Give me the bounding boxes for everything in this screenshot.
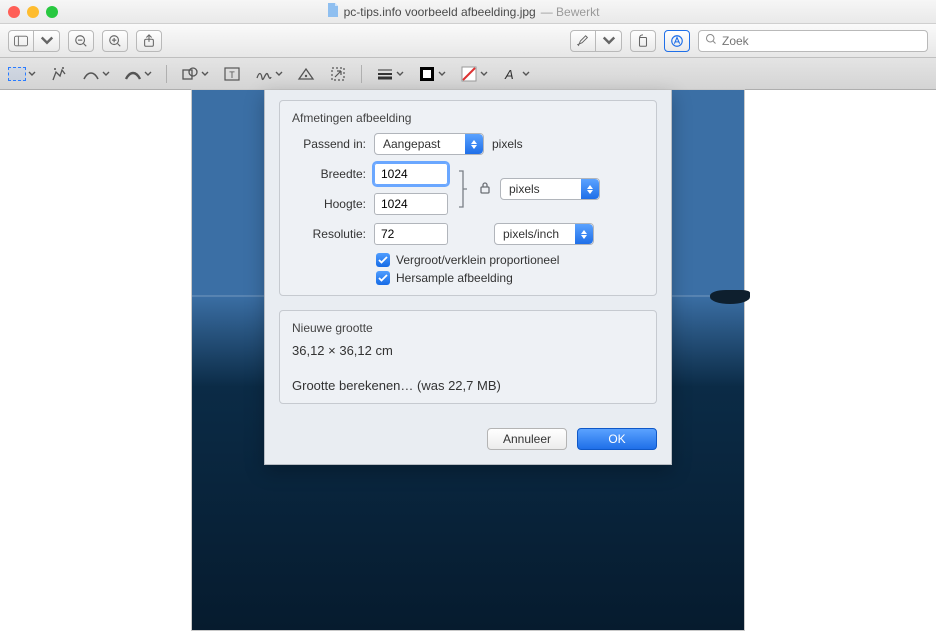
shapes-tool[interactable] xyxy=(181,65,209,83)
ok-button[interactable]: OK xyxy=(577,428,657,450)
resolution-input[interactable] xyxy=(374,223,448,245)
image-content[interactable]: Afmetingen afbeelding Passend in: Aangep… xyxy=(192,90,744,630)
minimize-window-button[interactable] xyxy=(27,6,39,18)
document-icon xyxy=(327,3,339,20)
search-input[interactable] xyxy=(722,34,921,48)
svg-text:T: T xyxy=(229,70,235,80)
fill-color-tool[interactable] xyxy=(460,65,488,83)
text-style-tool[interactable]: A xyxy=(502,65,530,83)
rectangle-select-tool[interactable] xyxy=(8,67,36,81)
sign-tool[interactable] xyxy=(255,65,283,83)
window-status: — Bewerkt xyxy=(541,5,600,19)
resize-dialog: Afmetingen afbeelding Passend in: Aangep… xyxy=(264,90,672,465)
document-canvas: Afmetingen afbeelding Passend in: Aangep… xyxy=(0,90,936,631)
instant-alpha-tool[interactable] xyxy=(50,65,68,83)
text-tool[interactable]: T xyxy=(223,65,241,83)
link-bracket-icon xyxy=(456,169,470,209)
dialog-section-title: Afmetingen afbeelding xyxy=(292,111,644,125)
markup-toolbar: T A xyxy=(0,58,936,90)
highlight-dropdown-button[interactable] xyxy=(596,30,622,52)
draw-tool[interactable] xyxy=(124,65,152,83)
close-window-button[interactable] xyxy=(8,6,20,18)
result-dimensions: 36,12 × 36,12 cm xyxy=(292,343,644,358)
zoom-out-button[interactable] xyxy=(68,30,94,52)
height-input[interactable] xyxy=(374,193,448,215)
svg-text:A: A xyxy=(504,67,514,82)
line-weight-tool[interactable] xyxy=(376,65,404,83)
resolution-label: Resolutie: xyxy=(292,227,366,241)
sidebar-toggle-button[interactable] xyxy=(8,30,34,52)
scale-proportional-checkbox[interactable]: Vergroot/verklein proportioneel xyxy=(376,253,644,267)
fit-select[interactable]: Aangepast xyxy=(374,133,484,155)
adjust-size-tool[interactable] xyxy=(329,65,347,83)
adjust-color-tool[interactable] xyxy=(297,65,315,83)
width-input[interactable] xyxy=(374,163,448,185)
search-icon xyxy=(705,32,717,50)
lock-icon[interactable] xyxy=(478,181,492,198)
window-title: pc-tips.info voorbeeld afbeelding.jpg xyxy=(344,5,536,19)
highlight-button[interactable] xyxy=(570,30,596,52)
resample-checkbox[interactable]: Hersample afbeelding xyxy=(376,271,644,285)
result-title: Nieuwe grootte xyxy=(292,321,644,335)
window-controls xyxy=(8,6,58,18)
rotate-button[interactable] xyxy=(630,30,656,52)
result-size: Grootte berekenen… (was 22,7 MB) xyxy=(292,378,644,393)
width-label: Breedte: xyxy=(292,167,366,181)
main-toolbar xyxy=(0,24,936,58)
dimension-unit-select[interactable]: pixels xyxy=(500,178,600,200)
fit-label: Passend in: xyxy=(292,137,366,151)
sketch-tool[interactable] xyxy=(82,65,110,83)
zoom-in-button[interactable] xyxy=(102,30,128,52)
sidebar-dropdown-button[interactable] xyxy=(34,30,60,52)
share-button[interactable] xyxy=(136,30,162,52)
checkmark-icon xyxy=(376,253,390,267)
search-field[interactable] xyxy=(698,30,928,52)
height-label: Hoogte: xyxy=(292,197,366,211)
resolution-unit-select[interactable]: pixels/inch xyxy=(494,223,594,245)
markup-toolbar-button[interactable] xyxy=(664,30,690,52)
cancel-button[interactable]: Annuleer xyxy=(487,428,567,450)
titlebar: pc-tips.info voorbeeld afbeelding.jpg — … xyxy=(0,0,936,24)
fit-unit-label: pixels xyxy=(492,137,523,151)
maximize-window-button[interactable] xyxy=(46,6,58,18)
checkmark-icon xyxy=(376,271,390,285)
border-color-tool[interactable] xyxy=(418,65,446,83)
